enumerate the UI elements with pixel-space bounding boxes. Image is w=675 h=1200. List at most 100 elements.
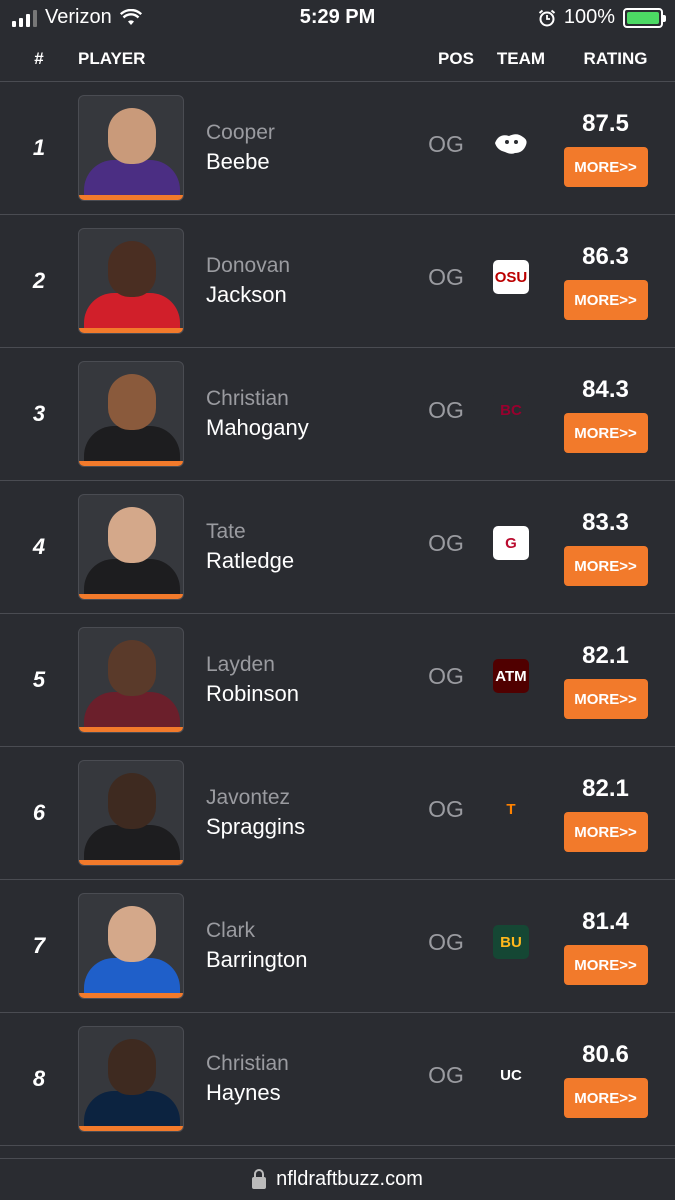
player-photo[interactable] (78, 228, 184, 334)
player-first-name[interactable]: Tate (206, 518, 416, 546)
url-domain[interactable]: nfldraftbuzz.com (276, 1168, 423, 1191)
player-photo[interactable] (78, 760, 184, 866)
header-rank[interactable]: # (0, 49, 78, 69)
player-first-name[interactable]: Donovan (206, 252, 416, 280)
tennessee-logo-icon[interactable]: T (493, 792, 529, 826)
player-rank: 2 (32, 268, 46, 293)
player-rank: 7 (32, 933, 46, 958)
rating-value: 83.3 (582, 509, 629, 536)
player-last-name[interactable]: Ratledge (206, 546, 416, 576)
player-last-name[interactable]: Jackson (206, 280, 416, 310)
rankings-table: # PLAYER POS TEAM RATING 1 Cooper Beebe … (0, 36, 675, 1146)
more-button[interactable]: MORE>> (563, 1078, 648, 1118)
rating-value: 82.1 (582, 642, 629, 669)
team-cell: UC (476, 1058, 546, 1092)
player-name[interactable]: Clark Barrington (184, 917, 416, 975)
ohio-state-logo-icon[interactable]: OSU (493, 260, 529, 294)
more-button[interactable]: MORE>> (563, 147, 648, 187)
table-row[interactable]: 5 Layden Robinson OG ATM 82.1 MORE>> (0, 614, 675, 747)
rating-cell: 82.1 MORE>> (546, 641, 665, 719)
rating-cell: 87.5 MORE>> (546, 109, 665, 187)
player-name[interactable]: Layden Robinson (184, 651, 416, 709)
more-button[interactable]: MORE>> (563, 945, 648, 985)
team-cell: OSU (476, 260, 546, 294)
team-cell: ATM (476, 659, 546, 693)
status-bar: Verizon 5:29 PM 100% (0, 0, 675, 36)
team-cell (476, 127, 546, 161)
player-position: OG (428, 396, 464, 423)
uconn-logo-icon[interactable]: UC (493, 1058, 529, 1092)
more-button[interactable]: MORE>> (563, 280, 648, 320)
table-row[interactable]: 1 Cooper Beebe OG 87.5 MORE>> (0, 82, 675, 215)
rating-value: 81.4 (582, 908, 629, 935)
table-row[interactable]: 8 Christian Haynes OG UC 80.6 MORE>> (0, 1013, 675, 1146)
player-first-name[interactable]: Layden (206, 651, 416, 679)
player-rank: 5 (32, 667, 46, 692)
baylor-logo-icon[interactable]: BU (493, 925, 529, 959)
player-photo[interactable] (78, 361, 184, 467)
player-name[interactable]: Christian Mahogany (184, 385, 416, 443)
rating-value: 80.6 (582, 1041, 629, 1068)
texas-am-logo-icon[interactable]: ATM (493, 659, 529, 693)
player-first-name[interactable]: Clark (206, 917, 416, 945)
team-cell: BC (476, 393, 546, 427)
player-position: OG (428, 130, 464, 157)
table-row[interactable]: 2 Donovan Jackson OG OSU 86.3 MORE>> (0, 215, 675, 348)
player-position: OG (428, 263, 464, 290)
player-last-name[interactable]: Mahogany (206, 413, 416, 443)
header-pos[interactable]: POS (426, 49, 486, 69)
player-first-name[interactable]: Christian (206, 1050, 416, 1078)
player-rank: 6 (32, 800, 46, 825)
georgia-logo-icon[interactable]: G (493, 526, 529, 560)
player-position: OG (428, 662, 464, 689)
player-photo[interactable] (78, 95, 184, 201)
table-row[interactable]: 6 Javontez Spraggins OG T 82.1 MORE>> (0, 747, 675, 880)
player-rank: 8 (32, 1066, 46, 1091)
player-first-name[interactable]: Javontez (206, 784, 416, 812)
team-cell: T (476, 792, 546, 826)
table-header: # PLAYER POS TEAM RATING (0, 36, 675, 82)
table-row[interactable]: 3 Christian Mahogany OG BC 84.3 MORE>> (0, 348, 675, 481)
table-row[interactable]: 7 Clark Barrington OG BU 81.4 MORE>> (0, 880, 675, 1013)
header-player[interactable]: PLAYER (78, 49, 426, 69)
player-photo[interactable] (78, 627, 184, 733)
player-photo[interactable] (78, 494, 184, 600)
rating-value: 82.1 (582, 775, 629, 802)
boston-college-logo-icon[interactable]: BC (493, 393, 529, 427)
player-last-name[interactable]: Barrington (206, 945, 416, 975)
player-last-name[interactable]: Beebe (206, 147, 416, 177)
battery-icon (623, 7, 666, 28)
player-name[interactable]: Donovan Jackson (184, 252, 416, 310)
status-right: 100% (538, 6, 666, 29)
player-last-name[interactable]: Robinson (206, 679, 416, 709)
rating-value: 86.3 (582, 243, 629, 270)
header-team[interactable]: TEAM (486, 49, 556, 69)
player-name[interactable]: Cooper Beebe (184, 119, 416, 177)
more-button[interactable]: MORE>> (563, 679, 648, 719)
player-position: OG (428, 1061, 464, 1088)
alarm-icon (538, 9, 555, 26)
player-name[interactable]: Tate Ratledge (184, 518, 416, 576)
more-button[interactable]: MORE>> (563, 812, 648, 852)
player-name[interactable]: Javontez Spraggins (184, 784, 416, 842)
rating-cell: 80.6 MORE>> (546, 1040, 665, 1118)
wildcat-logo-icon[interactable] (493, 127, 529, 161)
player-first-name[interactable]: Cooper (206, 119, 416, 147)
player-first-name[interactable]: Christian (206, 385, 416, 413)
player-last-name[interactable]: Spraggins (206, 812, 416, 842)
url-bar[interactable]: nfldraftbuzz.com (0, 1158, 675, 1200)
team-cell: BU (476, 925, 546, 959)
header-rating[interactable]: RATING (556, 49, 675, 69)
player-name[interactable]: Christian Haynes (184, 1050, 416, 1108)
more-button[interactable]: MORE>> (563, 413, 648, 453)
table-row[interactable]: 4 Tate Ratledge OG G 83.3 MORE>> (0, 481, 675, 614)
player-photo[interactable] (78, 1026, 184, 1132)
table-body: 1 Cooper Beebe OG 87.5 MORE>> 2 Donovan … (0, 82, 675, 1146)
player-rank: 1 (32, 135, 46, 160)
player-rank: 3 (32, 401, 46, 426)
team-cell: G (476, 526, 546, 560)
player-photo[interactable] (78, 893, 184, 999)
player-last-name[interactable]: Haynes (206, 1078, 416, 1108)
rating-cell: 86.3 MORE>> (546, 242, 665, 320)
more-button[interactable]: MORE>> (563, 546, 648, 586)
